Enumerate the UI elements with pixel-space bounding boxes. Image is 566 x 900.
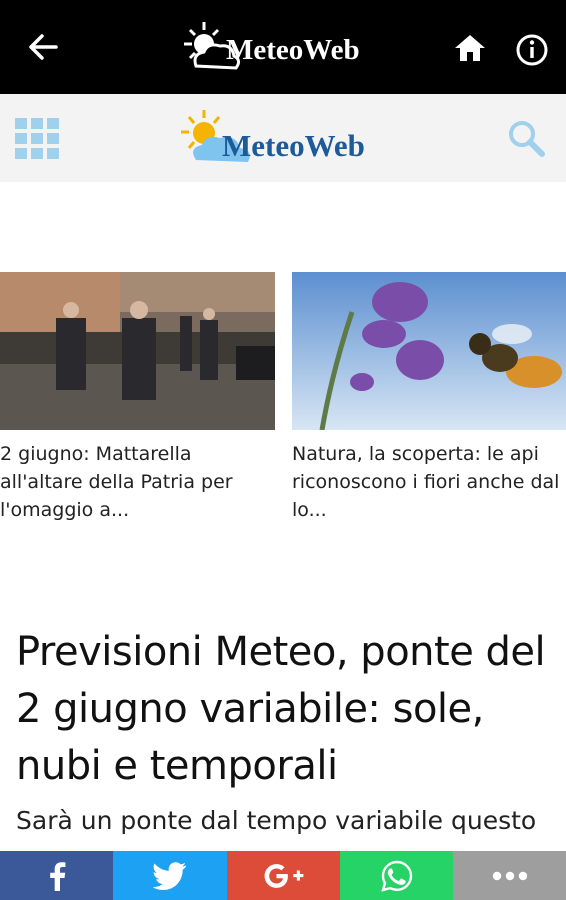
app-logo: MeteoWeb <box>182 20 392 78</box>
google-plus-icon <box>264 863 303 888</box>
share-bar <box>0 851 566 900</box>
grid-menu-icon[interactable] <box>15 118 59 159</box>
more-icon <box>492 871 527 880</box>
article-thumbnail[interactable] <box>292 272 566 430</box>
info-icon[interactable] <box>514 32 550 68</box>
facebook-share-button[interactable] <box>0 851 113 900</box>
home-icon[interactable] <box>452 32 488 64</box>
article-headline: Previsioni Meteo, ponte del 2 giugno var… <box>16 629 546 789</box>
article-lead: Sarà un ponte dal tempo variabile questo <box>16 806 537 835</box>
site-logo[interactable]: MeteoWeb <box>178 108 392 170</box>
search-icon[interactable] <box>506 118 546 158</box>
article-card[interactable]: 2 giugno: Mattarella all'altare della Pa… <box>0 272 275 524</box>
twitter-icon <box>153 861 186 890</box>
site-logo-text: MeteoWeb <box>222 128 365 163</box>
back-arrow-icon[interactable] <box>26 30 60 64</box>
app-bar: MeteoWeb <box>0 0 566 94</box>
site-header: MeteoWeb <box>0 94 566 182</box>
twitter-share-button[interactable] <box>113 851 227 900</box>
article-card[interactable]: Natura, la scoperta: le api riconoscono … <box>292 272 566 524</box>
more-share-button[interactable] <box>453 851 566 900</box>
article-card-caption[interactable]: Natura, la scoperta: le api riconoscono … <box>292 440 566 524</box>
whatsapp-share-button[interactable] <box>340 851 453 900</box>
article-card-caption[interactable]: 2 giugno: Mattarella all'altare della Pa… <box>0 440 275 524</box>
app-logo-text: MeteoWeb <box>226 34 360 66</box>
whatsapp-icon <box>380 860 412 892</box>
google-plus-share-button[interactable] <box>227 851 340 900</box>
article-thumbnail[interactable] <box>0 272 275 430</box>
facebook-icon <box>49 861 65 891</box>
